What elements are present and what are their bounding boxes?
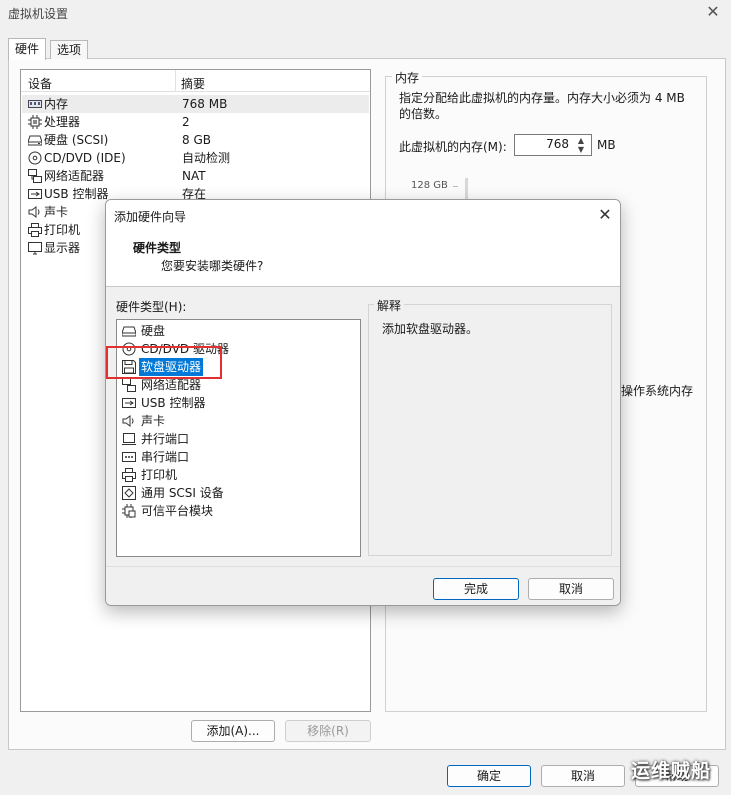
sound-card-icon: [28, 205, 42, 219]
device-name: 处理器: [44, 115, 81, 129]
hw-item-label: 并行端口: [141, 432, 190, 446]
hardware-type-label: 硬件类型(H):: [116, 300, 187, 314]
hard-disk-icon: [122, 324, 136, 338]
column-separator[interactable]: [175, 70, 176, 92]
device-name: 硬盘 (SCSI): [44, 133, 109, 147]
window-title: 虚拟机设置: [8, 7, 69, 21]
device-summary: 2: [182, 115, 190, 129]
slider-tick: [453, 186, 458, 187]
printer-icon: [122, 468, 136, 482]
wizard-header: 硬件类型 您要安装哪类硬件?: [106, 229, 620, 287]
wizard-titlebar[interactable]: 添加硬件向导 ✕: [106, 200, 620, 229]
memory-group-legend: 内存: [392, 69, 423, 86]
wizard-header-title: 硬件类型: [133, 241, 182, 255]
device-name: CD/DVD (IDE): [44, 151, 126, 165]
device-summary: 768 MB: [182, 97, 228, 111]
network-adapter-icon: [28, 169, 42, 183]
device-name: 内存: [44, 97, 69, 111]
memory-label: 此虚拟机的内存(M):: [399, 140, 507, 154]
cancel-button[interactable]: 取消: [541, 765, 625, 787]
selection-highlight-annotation: [106, 346, 222, 379]
usb-icon: [122, 396, 136, 410]
tab-options[interactable]: 选项: [50, 40, 89, 59]
finish-button[interactable]: 完成: [433, 578, 519, 600]
monitor-icon: [28, 241, 42, 255]
hw-item-label: 硬盘: [141, 324, 166, 338]
device-summary: 自动检测: [182, 151, 231, 165]
printer-icon: [28, 223, 42, 237]
device-row-cpu[interactable]: 处理器 2: [22, 113, 369, 131]
column-header-device[interactable]: 设备: [28, 75, 52, 92]
cpu-icon: [28, 115, 42, 129]
parallel-port-icon: [122, 432, 136, 446]
serial-port-icon: [122, 450, 136, 464]
wizard-cancel-button[interactable]: 取消: [528, 578, 614, 600]
device-list-header: 设备 摘要: [21, 70, 370, 92]
add-hardware-wizard: 添加硬件向导 ✕ 硬件类型 您要安装哪类硬件? 硬件类型(H): 硬盘 CD/D…: [105, 199, 621, 606]
explanation-group: [368, 304, 612, 556]
memory-spinner[interactable]: ▲ ▼: [573, 136, 589, 154]
memory-value[interactable]: 768: [546, 137, 569, 151]
device-name: 网络适配器: [44, 169, 105, 183]
column-header-summary[interactable]: 摘要: [181, 75, 205, 92]
memory-icon: [28, 97, 42, 111]
watermark: 运维贼船: [631, 760, 712, 782]
hw-item-label: 声卡: [141, 414, 166, 428]
device-row-hard-disk[interactable]: 硬盘 (SCSI) 8 GB: [22, 131, 369, 149]
memory-os-text: 操作系统内存: [621, 384, 694, 398]
device-summary: 8 GB: [182, 133, 211, 147]
wizard-close-button[interactable]: ✕: [594, 204, 616, 226]
hw-item-label: USB 控制器: [141, 396, 206, 410]
wizard-header-subtitle: 您要安装哪类硬件?: [161, 259, 264, 273]
wizard-title: 添加硬件向导: [114, 210, 187, 224]
window-close-button[interactable]: ✕: [704, 2, 722, 22]
device-row-network[interactable]: 网络适配器 NAT: [22, 167, 369, 185]
remove-button[interactable]: 移除(R): [285, 720, 371, 742]
hw-item-label: 可信平台模块: [141, 504, 214, 518]
tab-hardware[interactable]: 硬件: [8, 38, 47, 60]
hw-item-label: 通用 SCSI 设备: [141, 486, 224, 500]
tpm-icon: [122, 504, 136, 518]
cd-dvd-icon: [28, 151, 42, 165]
network-adapter-icon: [122, 378, 136, 392]
device-row-cd-dvd[interactable]: CD/DVD (IDE) 自动检测: [22, 149, 369, 167]
device-name: USB 控制器: [44, 187, 109, 201]
device-summary: NAT: [182, 169, 206, 183]
device-name: 打印机: [44, 223, 81, 237]
explanation-legend: 解释: [374, 297, 405, 314]
explanation-text: 添加软盘驱动器。: [382, 322, 479, 336]
add-button[interactable]: 添加(A)...: [191, 720, 275, 742]
memory-input[interactable]: 768 ▲ ▼: [514, 134, 592, 156]
device-name: 显示器: [44, 241, 81, 255]
sound-card-icon: [122, 414, 136, 428]
hw-item-label: 串行端口: [141, 450, 190, 464]
hw-item-label: 打印机: [141, 468, 178, 482]
memory-unit: MB: [597, 138, 616, 152]
ok-button[interactable]: 确定: [447, 765, 531, 787]
slider-max-label: 128 GB: [411, 180, 448, 191]
device-name: 声卡: [44, 205, 69, 219]
scsi-icon: [122, 486, 136, 500]
memory-slider[interactable]: [465, 178, 468, 200]
hard-disk-icon: [28, 133, 42, 147]
device-row-memory[interactable]: 内存 768 MB: [22, 95, 369, 113]
memory-description: 指定分配给此虚拟机的内存量。内存大小必须为 4 MB 的倍数。: [399, 91, 685, 121]
usb-icon: [28, 187, 42, 201]
